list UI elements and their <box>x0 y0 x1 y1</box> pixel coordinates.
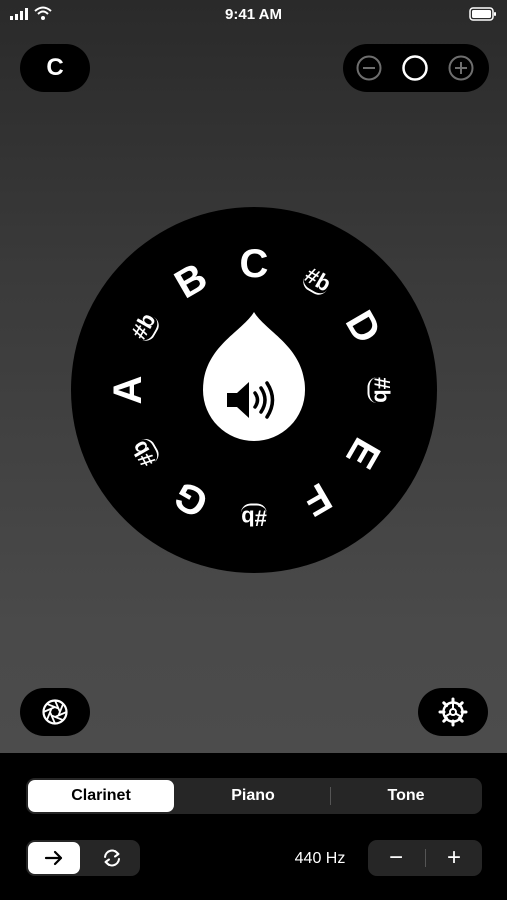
settings-button[interactable] <box>418 688 488 736</box>
pitch-wheel: C #b D #b E F #b G #b A #b B <box>71 207 437 573</box>
arrow-right-icon <box>44 850 63 866</box>
plus-circle-icon[interactable] <box>447 54 475 82</box>
loop-button[interactable] <box>86 842 138 874</box>
play-once-button[interactable] <box>28 842 80 874</box>
status-time: 9:41 AM <box>225 6 282 23</box>
gear-icon <box>438 697 468 727</box>
current-key-button[interactable]: C <box>20 44 90 92</box>
circle-icon[interactable] <box>401 54 429 82</box>
aperture-button[interactable] <box>20 688 90 736</box>
minus-circle-icon[interactable] <box>355 54 383 82</box>
note-C[interactable]: C <box>240 244 269 284</box>
octave-control <box>343 44 489 92</box>
instrument-selector: Clarinet Piano Tone <box>26 778 482 814</box>
decrease-pitch-button[interactable]: − <box>368 842 424 874</box>
play-mode-selector <box>26 840 140 876</box>
note-DsEb[interactable]: #b <box>367 377 395 403</box>
speaker-wave-icon <box>227 381 275 419</box>
tab-tone[interactable]: Tone <box>332 780 480 812</box>
tab-tone-label: Tone <box>387 787 425 804</box>
tab-clarinet[interactable]: Clarinet <box>28 780 174 812</box>
note-FsGb[interactable]: #b <box>241 503 267 531</box>
tab-piano[interactable]: Piano <box>180 780 326 812</box>
play-button[interactable] <box>211 357 297 443</box>
reference-pitch-stepper: − + <box>368 840 482 876</box>
loop-icon <box>104 849 120 867</box>
current-key-label: C <box>46 54 64 81</box>
battery-icon <box>469 7 496 21</box>
aperture-icon <box>42 699 68 725</box>
tab-divider <box>330 787 331 805</box>
bottom-panel <box>0 753 507 900</box>
tab-clarinet-label: Clarinet <box>71 787 131 804</box>
increase-pitch-button[interactable]: + <box>426 842 482 874</box>
reference-pitch-label: 440 Hz <box>294 850 346 867</box>
tab-piano-label: Piano <box>231 787 275 804</box>
status-bar: 9:41 AM <box>0 0 507 28</box>
note-A[interactable]: A <box>106 376 150 405</box>
